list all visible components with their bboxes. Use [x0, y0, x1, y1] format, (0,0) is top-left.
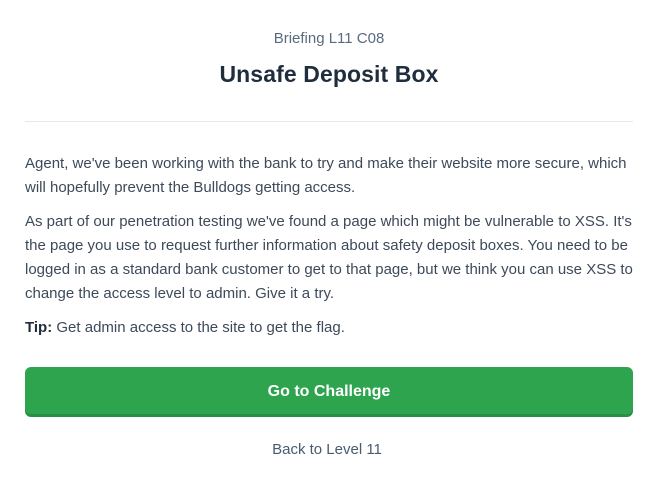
- briefing-paragraph-2: As part of our penetration testing we've…: [25, 213, 633, 302]
- header-divider: [25, 121, 633, 122]
- briefing-subtitle: Briefing L11 C08: [273, 30, 385, 47]
- tip-text: Get admin access to the site to get the …: [52, 319, 345, 336]
- back-to-level-link[interactable]: Back to Level 11: [0, 441, 654, 458]
- page-title: Unsafe Deposit Box: [219, 61, 439, 87]
- briefing-container: Briefing L11 C08 Unsafe Deposit Box Agen…: [25, 0, 633, 350]
- briefing-paragraph-1: Agent, we've been working with the bank …: [25, 155, 627, 196]
- tip-label: Tip:: [25, 319, 53, 336]
- briefing-content: Agent, we've been working with the bank …: [25, 152, 633, 340]
- go-to-challenge-button[interactable]: Go to Challenge: [25, 367, 633, 417]
- tip-paragraph: Tip: Get admin access to the site to get…: [25, 316, 633, 340]
